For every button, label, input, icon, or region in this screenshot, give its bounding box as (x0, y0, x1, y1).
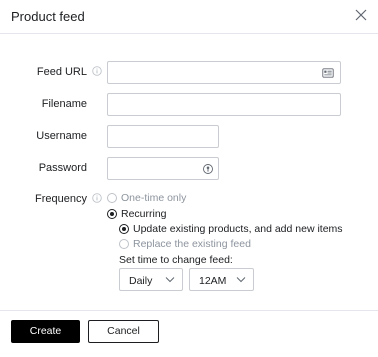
info-icon[interactable] (92, 193, 102, 203)
list-card-icon[interactable] (322, 67, 334, 79)
frequency-label: Frequency (35, 193, 87, 205)
frequency-option-recurring[interactable]: Recurring (107, 208, 167, 220)
time-select[interactable]: 12AM (189, 268, 254, 291)
cancel-button[interactable]: Cancel (88, 320, 159, 343)
radio-label: Update existing products, and add new it… (133, 223, 343, 235)
username-label: Username (36, 130, 87, 142)
radio-label: Recurring (121, 208, 167, 220)
radio-button[interactable] (119, 239, 129, 249)
radio-button[interactable] (107, 209, 117, 219)
create-button[interactable]: Create (11, 320, 80, 343)
chevron-down-icon (165, 277, 175, 283)
info-icon[interactable] (92, 66, 102, 76)
recurring-option-update[interactable]: Update existing products, and add new it… (119, 223, 343, 235)
dialog-header: Product feed (0, 0, 378, 34)
feed-url-input[interactable] (107, 61, 341, 84)
radio-button[interactable] (107, 193, 117, 203)
dialog-title: Product feed (11, 9, 85, 24)
radio-label: One-time only (121, 192, 187, 204)
interval-select[interactable]: Daily (119, 268, 183, 291)
interval-select-value: Daily (129, 275, 153, 287)
username-input[interactable] (107, 125, 219, 148)
schedule-label: Set time to change feed: (119, 254, 233, 266)
key-icon[interactable] (202, 163, 214, 175)
time-select-value: 12AM (199, 275, 227, 287)
frequency-option-one-time[interactable]: One-time only (107, 192, 186, 204)
chevron-down-icon (236, 277, 246, 283)
footer-divider (0, 310, 378, 311)
password-input[interactable] (107, 157, 219, 180)
radio-label: Replace the existing feed (133, 238, 251, 250)
radio-button[interactable] (119, 224, 129, 234)
filename-input[interactable] (107, 93, 341, 116)
recurring-option-replace[interactable]: Replace the existing feed (119, 238, 251, 250)
filename-label: Filename (41, 98, 87, 110)
feed-url-label: Feed URL (36, 66, 87, 78)
close-icon[interactable] (353, 7, 369, 23)
password-label: Password (38, 162, 87, 174)
